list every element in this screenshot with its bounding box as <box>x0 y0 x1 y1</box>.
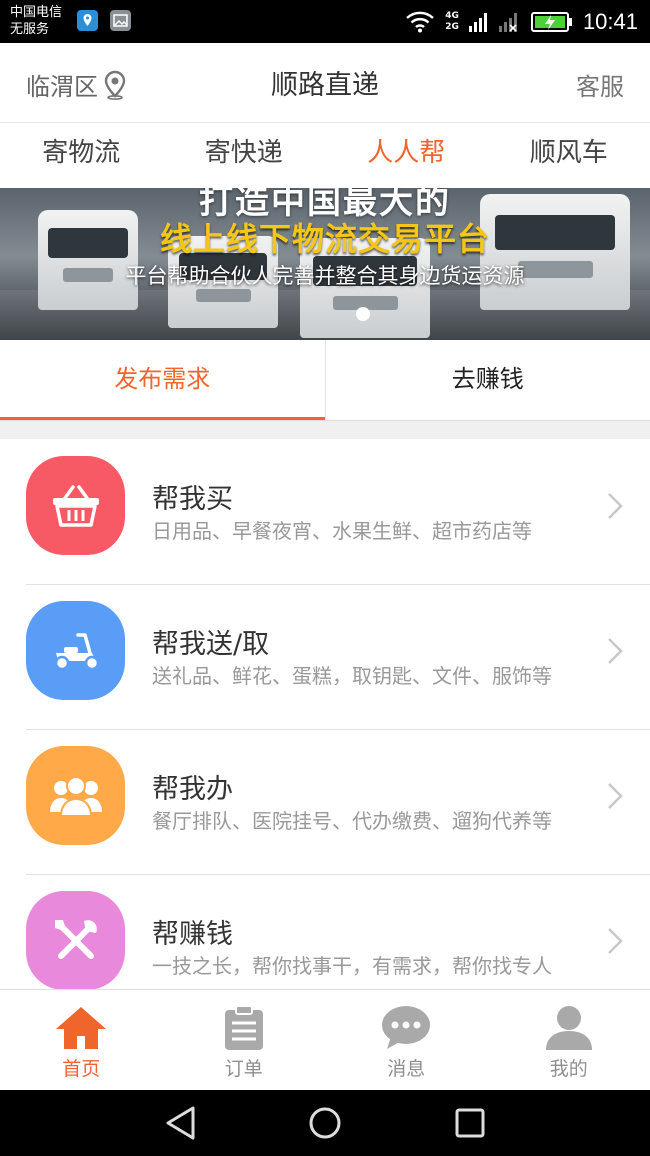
tab-express[interactable]: 寄快递 <box>163 124 326 188</box>
service-icon-errand <box>26 746 125 845</box>
service-description: 送礼品、鲜花、蛋糕，取钥匙、文件、服饰等 <box>152 664 552 688</box>
recents-square-icon <box>455 1108 485 1138</box>
nav-label: 首页 <box>62 1058 101 1080</box>
system-navigation-bar <box>0 1090 650 1156</box>
tab-earn-money[interactable]: 去赚钱 <box>324 340 650 420</box>
section-divider <box>0 421 650 439</box>
location-notification-icon <box>77 10 98 31</box>
page-title: 顺路直递 <box>271 70 379 101</box>
home-circle-icon <box>309 1107 341 1139</box>
shopping-basket-icon <box>52 484 99 527</box>
service-icon-earn <box>26 891 125 989</box>
nav-home[interactable]: 首页 <box>0 990 163 1090</box>
location-label: 临渭区 <box>26 73 98 101</box>
status-bar: 中国电信 无服务 4G 2G 10:41 <box>0 0 650 43</box>
carrier-status: 无服务 <box>10 22 50 37</box>
system-back-button[interactable] <box>162 1105 198 1141</box>
system-home-button[interactable] <box>307 1105 343 1141</box>
nav-orders[interactable]: 订单 <box>163 990 326 1090</box>
service-title: 帮我买 <box>152 484 233 515</box>
tools-icon <box>54 919 97 959</box>
map-pin-icon <box>104 70 126 100</box>
wifi-icon <box>406 11 435 32</box>
tab-logistics[interactable]: 寄物流 <box>0 124 163 188</box>
tab-carpool[interactable]: 顺风车 <box>488 124 650 188</box>
chevron-right-icon <box>608 783 623 809</box>
action-tabs: 发布需求 去赚钱 <box>0 340 650 421</box>
promo-banner[interactable]: 打造中国最大的 线上线下物流交易平台 平台帮助合伙人完善并整合其身边货运资源 <box>0 188 650 340</box>
service-description: 一技之长，帮你找事干，有需求，帮你找专人 <box>152 954 552 978</box>
service-icon-deliver <box>26 601 125 700</box>
service-list: 帮我买 日用品、早餐夜宵、水果生鲜、超市药店等 帮我送/取 送礼品、鲜花、蛋糕，… <box>0 439 650 989</box>
service-icon-buy <box>26 456 125 555</box>
system-recents-button[interactable] <box>452 1105 488 1141</box>
nav-label: 消息 <box>387 1058 426 1080</box>
scooter-icon <box>54 632 99 670</box>
battery-charging-icon <box>530 11 572 32</box>
customer-service-button[interactable]: 客服 <box>576 67 624 102</box>
location-selector[interactable]: 临渭区 <box>26 67 126 102</box>
chevron-right-icon <box>608 928 623 954</box>
service-description: 日用品、早餐夜宵、水果生鲜、超市药店等 <box>152 519 532 543</box>
chevron-right-icon <box>608 638 623 664</box>
clipboard-icon <box>224 1005 263 1050</box>
nav-label: 我的 <box>549 1058 588 1080</box>
clock-time: 10:41 <box>582 8 638 34</box>
carrier-info: 中国电信 无服务 <box>10 4 62 38</box>
people-group-icon <box>49 775 102 817</box>
banner-page-indicator <box>356 307 370 321</box>
service-item-earn[interactable]: 帮赚钱 一技之长，帮你找事干，有需求，帮你找专人 <box>0 874 650 989</box>
service-description: 餐厅排队、医院挂号、代办缴费、遛狗代养等 <box>152 809 552 833</box>
tab-help-everyone[interactable]: 人人帮 <box>325 124 488 188</box>
home-icon <box>56 1007 107 1049</box>
service-item-deliver[interactable]: 帮我送/取 送礼品、鲜花、蛋糕，取钥匙、文件、服饰等 <box>0 584 650 729</box>
chevron-right-icon <box>608 493 623 519</box>
nav-label: 订单 <box>224 1058 263 1080</box>
category-tabs: 寄物流 寄快递 人人帮 顺风车 <box>0 124 650 188</box>
service-item-errand[interactable]: 帮我办 餐厅排队、医院挂号、代办缴费、遛狗代养等 <box>0 729 650 874</box>
bottom-navigation: 首页 订单 消息 我的 <box>0 989 650 1090</box>
user-icon <box>545 1006 592 1050</box>
service-title: 帮赚钱 <box>152 919 233 950</box>
chat-bubble-icon <box>382 1006 431 1049</box>
network-type: 4G 2G <box>445 10 459 32</box>
nav-profile[interactable]: 我的 <box>488 990 650 1090</box>
service-title: 帮我办 <box>152 774 233 805</box>
carrier-name: 中国电信 <box>10 5 63 20</box>
banner-headline: 线上线下物流交易平台 <box>159 220 490 258</box>
banner-subtitle: 平台帮助合伙人完善并整合其身边货运资源 <box>125 264 525 288</box>
back-triangle-icon <box>166 1106 195 1140</box>
tab-post-request[interactable]: 发布需求 <box>0 340 325 420</box>
image-notification-icon <box>110 10 131 31</box>
signal-strength-icon <box>468 12 487 32</box>
no-signal-icon <box>498 12 517 32</box>
app-header: 临渭区 顺路直递 客服 <box>0 43 650 123</box>
service-title: 帮我送/取 <box>152 629 270 660</box>
nav-messages[interactable]: 消息 <box>325 990 488 1090</box>
service-item-buy[interactable]: 帮我买 日用品、早餐夜宵、水果生鲜、超市药店等 <box>0 439 650 584</box>
